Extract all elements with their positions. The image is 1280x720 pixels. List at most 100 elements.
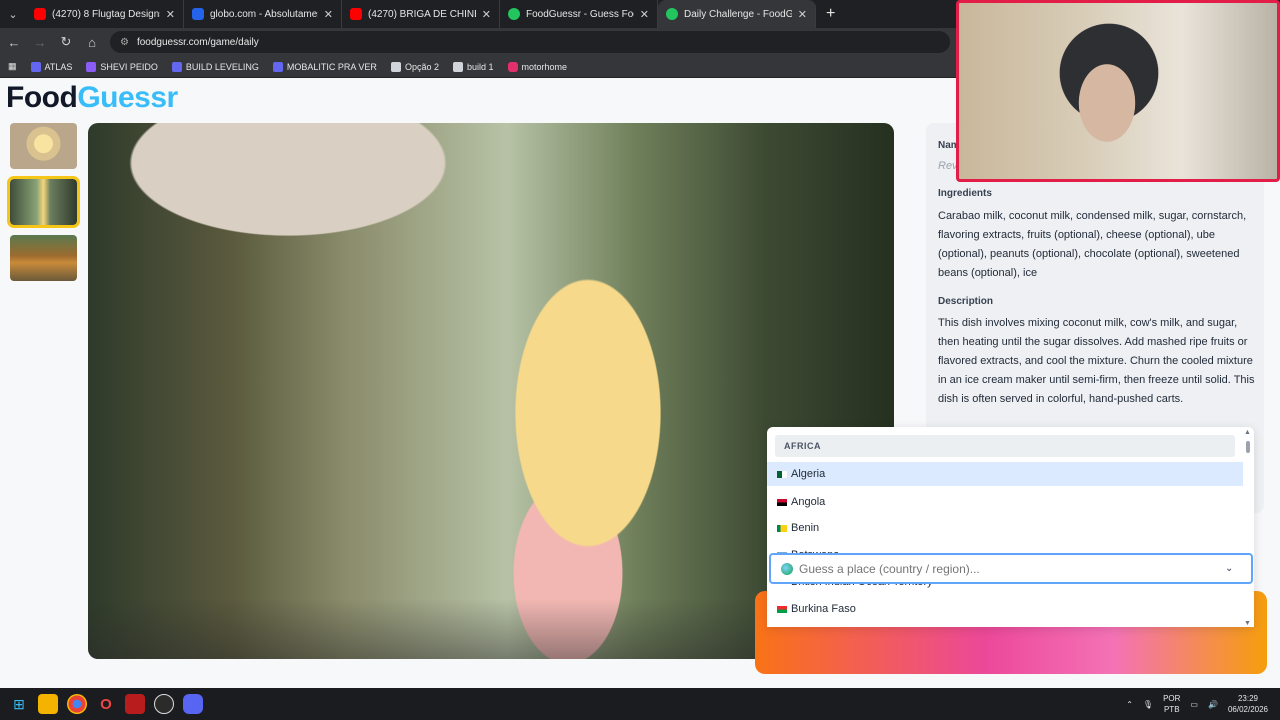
url-text: foodguessr.com/game/daily <box>136 36 259 48</box>
globe-icon <box>781 562 793 575</box>
bookmark-icon <box>390 61 401 72</box>
close-tab-icon[interactable]: ✕ <box>640 8 649 21</box>
browser-tab-active[interactable]: Daily Challenge - FoodGuessr | ✕ <box>658 0 816 28</box>
flag-burkina-faso-icon <box>777 605 787 613</box>
close-tab-icon[interactable]: ✕ <box>324 8 333 21</box>
opera-icon[interactable]: O <box>96 694 116 714</box>
guess-input[interactable] <box>799 561 1219 576</box>
apps-grid-icon[interactable]: ▦ <box>8 61 17 72</box>
reload-icon[interactable]: ↻ <box>54 34 78 50</box>
bookmark-label: Opção 2 <box>404 61 439 72</box>
tab-search-icon[interactable]: ⌄ <box>0 0 26 28</box>
home-icon[interactable]: ⌂ <box>80 35 104 50</box>
forward-icon[interactable]: → <box>28 35 52 50</box>
scroll-down-icon[interactable]: ▼ <box>1244 620 1251 627</box>
bookmark-label: BUILD LEVELING <box>185 61 259 72</box>
close-tab-icon[interactable]: ✕ <box>482 8 491 21</box>
youtube-icon <box>350 8 362 20</box>
option-label: Algeria <box>791 468 826 480</box>
thumbnail-1[interactable] <box>10 123 77 169</box>
bookmark-icon <box>452 61 463 72</box>
bookmark-icon <box>86 61 97 72</box>
os-taskbar: ⊞ O ⌃ 🎙 POR PTB ▭ 🔊 23:29 06/02/2026 <box>0 688 1280 720</box>
bookmark-item[interactable]: motorhome <box>507 61 568 72</box>
ingredients-label: Ingredients <box>938 188 992 199</box>
bookmark-item[interactable]: SHEVI PEIDO <box>86 61 158 72</box>
scroll-up-icon[interactable]: ▲ <box>1244 429 1251 436</box>
option-label: Benin <box>791 522 820 534</box>
clock-date: 06/02/2026 <box>1227 705 1268 714</box>
close-tab-icon[interactable]: ✕ <box>798 8 807 21</box>
flag-benin-icon <box>777 524 787 532</box>
bookmark-item[interactable]: ATLAS <box>30 61 73 72</box>
foodguessr-logo[interactable]: FoodGuessr <box>6 81 178 115</box>
url-bar[interactable]: ⚙ foodguessr.com/game/daily <box>110 31 950 53</box>
clock[interactable]: 23:29 06/02/2026 <box>1228 693 1268 715</box>
discord-icon[interactable] <box>183 694 203 714</box>
mobalytics-icon <box>30 61 41 72</box>
country-dropdown-list[interactable]: AFRICA Algeria Angola Benin Botswana Bri… <box>767 427 1254 627</box>
image-thumbnails <box>7 123 80 291</box>
browser-tab[interactable]: (4270) 8 Flugtag Designs We'll ✕ <box>26 0 184 28</box>
chevron-down-icon[interactable]: ⌄ <box>1225 563 1233 574</box>
site-info-icon[interactable]: ⚙ <box>120 37 129 48</box>
tab-title: (4270) 8 Flugtag Designs We'll <box>52 8 160 20</box>
new-tab-button[interactable]: + <box>816 5 845 23</box>
bookmark-item[interactable]: MOBALITIC PRA VER <box>272 61 377 72</box>
microphone-icon[interactable]: 🎙 <box>1143 700 1153 709</box>
windows-start-icon[interactable]: ⊞ <box>9 694 29 714</box>
option-benin[interactable]: Benin <box>767 516 1243 540</box>
option-label: Angola <box>791 496 826 508</box>
system-tray: ⌃ 🎙 POR PTB ▭ 🔊 23:29 06/02/2026 <box>1126 688 1280 720</box>
option-algeria[interactable]: Algeria <box>767 462 1243 486</box>
language-indicator[interactable]: POR PTB <box>1163 693 1180 715</box>
network-icon[interactable]: ▭ <box>1190 700 1198 709</box>
youtube-icon <box>34 8 46 20</box>
clock-time: 23:29 <box>1237 694 1258 703</box>
browser-tab[interactable]: (4270) BRIGA DE CHINESES - Yo ✕ <box>342 0 500 28</box>
foodguessr-icon <box>666 8 678 20</box>
option-label: Burkina Faso <box>791 603 856 615</box>
flag-angola-icon <box>777 498 787 506</box>
logo-part-guessr: Guessr <box>77 81 178 114</box>
option-angola[interactable]: Angola <box>767 490 1243 514</box>
guess-combobox[interactable]: ⌄ <box>769 553 1253 584</box>
mobalytics-icon <box>171 61 182 72</box>
thumbnail-3[interactable] <box>10 235 77 281</box>
bookmark-item[interactable]: BUILD LEVELING <box>171 61 259 72</box>
bookmark-label: MOBALITIC PRA VER <box>286 61 377 72</box>
option-burkina-faso[interactable]: Burkina Faso <box>767 597 1243 621</box>
volume-icon[interactable]: 🔊 <box>1208 700 1218 709</box>
tab-title: (4270) BRIGA DE CHINESES - Yo <box>368 8 476 20</box>
name-value: Rev <box>938 160 958 172</box>
bookmark-item[interactable]: Opção 2 <box>390 61 439 72</box>
mobalytics-icon <box>272 61 283 72</box>
flag-algeria-icon <box>777 470 787 478</box>
logo-part-food: Food <box>6 81 78 114</box>
region-group-header: AFRICA <box>775 435 1235 457</box>
ingredients-text: Carabao milk, coconut milk, condensed mi… <box>938 210 1247 279</box>
scroll-thumb[interactable] <box>1246 441 1250 453</box>
obs-icon[interactable] <box>154 694 174 714</box>
instagram-icon <box>507 61 518 72</box>
description-text: This dish involves mixing coconut milk, … <box>938 317 1255 405</box>
thumbnail-2-selected[interactable] <box>7 176 80 228</box>
keyboard-layout: PTB <box>1163 705 1180 714</box>
close-tab-icon[interactable]: ✕ <box>166 8 175 21</box>
tab-title: FoodGuessr - Guess Food from <box>526 8 634 20</box>
bookmark-label: build 1 <box>466 61 494 72</box>
app-icon[interactable] <box>125 694 145 714</box>
dropdown-scrollbar[interactable]: ▲ ▼ <box>1244 429 1251 627</box>
bookmark-label: motorhome <box>521 61 568 72</box>
back-icon[interactable]: ← <box>2 35 26 50</box>
tab-title: Daily Challenge - FoodGuessr | <box>684 8 792 20</box>
tab-title: globo.com - Absolutamente tu <box>210 8 318 20</box>
file-explorer-icon[interactable] <box>38 694 58 714</box>
chrome-icon[interactable] <box>67 694 87 714</box>
bookmark-item[interactable]: build 1 <box>452 61 494 72</box>
browser-tab[interactable]: FoodGuessr - Guess Food from ✕ <box>500 0 658 28</box>
foodguessr-icon <box>508 8 520 20</box>
chevron-up-icon[interactable]: ⌃ <box>1126 700 1133 709</box>
browser-tab[interactable]: globo.com - Absolutamente tu ✕ <box>184 0 342 28</box>
bookmark-label: ATLAS <box>44 61 73 72</box>
